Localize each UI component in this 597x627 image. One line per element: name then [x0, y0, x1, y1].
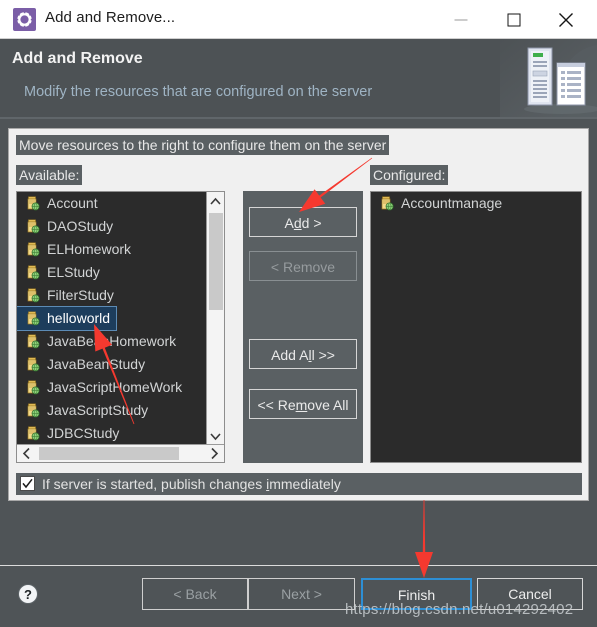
- list-item-label: DAOStudy: [47, 218, 114, 234]
- window-title: Add and Remove...: [45, 9, 176, 26]
- list-item-label: ELHomework: [47, 241, 132, 257]
- remove-button-label: < Remove: [270, 259, 336, 275]
- back-button[interactable]: < Back: [142, 578, 248, 610]
- maximize-button[interactable]: [491, 0, 537, 39]
- jar-resource-icon: [27, 242, 40, 257]
- remove-all-button-label: << Remove All: [257, 397, 349, 413]
- remove-button[interactable]: < Remove: [249, 251, 357, 281]
- jar-resource-icon: [27, 219, 40, 234]
- gear-icon: [13, 8, 36, 31]
- list-item-label: Accountmanage: [401, 195, 503, 211]
- list-item[interactable]: JavaScriptStudy: [17, 399, 224, 422]
- button-bar-divider: [0, 565, 597, 566]
- list-item[interactable]: helloworld: [17, 306, 118, 331]
- list-item[interactable]: JDBCStudy: [17, 422, 224, 445]
- watermark-text: https://blog.csdn.net/u014292402: [345, 601, 574, 618]
- jar-resource-icon: [27, 334, 40, 349]
- add-all-button[interactable]: Add All >>: [249, 339, 357, 369]
- minimize-button[interactable]: [438, 0, 484, 39]
- scroll-up-icon[interactable]: [207, 192, 224, 211]
- jar-resource-icon: [27, 265, 40, 280]
- scrollbar-thumb[interactable]: [209, 213, 223, 310]
- add-button-label: Add >: [284, 215, 322, 231]
- available-list[interactable]: Account DAOStudy ELHomework ELStudy FilterSt…: [16, 191, 225, 463]
- jar-resource-icon: [27, 380, 40, 395]
- jar-resource-icon: [27, 196, 40, 211]
- scrollbar-thumb-horizontal[interactable]: [39, 447, 179, 460]
- configured-label: Configured:: [370, 165, 449, 185]
- available-list-items[interactable]: Account DAOStudy ELHomework ELStudy FilterSt…: [17, 192, 224, 462]
- list-item[interactable]: JavaBeanStudy: [17, 353, 224, 376]
- list-item-label: ELStudy: [47, 264, 100, 280]
- remove-all-button[interactable]: << Remove All: [249, 389, 357, 419]
- configured-list[interactable]: Accountmanage: [370, 191, 582, 463]
- scroll-left-icon[interactable]: [17, 445, 36, 462]
- publish-immediately-row[interactable]: If server is started, publish changes im…: [16, 473, 582, 495]
- gear-glyph: [16, 11, 33, 28]
- dialog-header: Add and Remove Modify the resources that…: [0, 39, 597, 118]
- list-item-label: helloworld: [47, 310, 111, 326]
- list-item[interactable]: DAOStudy: [17, 215, 224, 238]
- minimize-icon: [454, 19, 468, 20]
- title-bar: Add and Remove...: [0, 0, 597, 39]
- transfer-button-column: Add > < Remove Add All >> << Remove All: [243, 191, 363, 463]
- list-item[interactable]: Account: [17, 192, 224, 215]
- list-item[interactable]: JavaBeanHomework: [17, 330, 224, 353]
- horizontal-scrollbar[interactable]: [17, 444, 224, 462]
- jar-resource-icon: [27, 311, 40, 326]
- svg-text:?: ?: [24, 587, 32, 602]
- add-and-remove-dialog: Add and Remove... Add and Remove Modify …: [0, 0, 597, 627]
- vertical-scrollbar[interactable]: [206, 192, 224, 446]
- configured-list-items[interactable]: Accountmanage: [371, 192, 581, 462]
- resources-group-panel: Move resources to the right to configure…: [8, 128, 589, 501]
- list-item[interactable]: Accountmanage: [371, 192, 581, 215]
- close-button[interactable]: [543, 0, 589, 39]
- list-item[interactable]: FilterStudy: [17, 284, 224, 307]
- server-and-document-icon: [500, 39, 597, 118]
- list-item[interactable]: ELHomework: [17, 238, 224, 261]
- available-label: Available:: [16, 165, 83, 185]
- list-item-label: JavaBeanHomework: [47, 333, 177, 349]
- jar-resource-icon: [27, 403, 40, 418]
- list-item-label: JavaScriptHomeWork: [47, 379, 183, 395]
- list-item-label: JavaBeanStudy: [47, 356, 146, 372]
- jar-resource-icon: [27, 357, 40, 372]
- header-divider: [0, 117, 597, 119]
- add-button[interactable]: Add >: [249, 207, 357, 237]
- list-item[interactable]: ELStudy: [17, 261, 224, 284]
- jar-resource-icon: [27, 288, 40, 303]
- list-item[interactable]: JavaScriptHomeWork: [17, 376, 224, 399]
- scroll-right-icon[interactable]: [205, 445, 224, 462]
- checkmark-icon: [22, 478, 33, 489]
- maximize-icon: [507, 13, 521, 26]
- jar-resource-icon: [381, 196, 394, 211]
- header-subtitle: Modify the resources that are configured…: [24, 84, 373, 100]
- list-item-label: Account: [47, 195, 98, 211]
- group-note: Move resources to the right to configure…: [16, 135, 390, 155]
- add-all-button-label: Add All >>: [271, 347, 335, 363]
- list-item-label: JDBCStudy: [47, 425, 120, 441]
- jar-resource-icon: [27, 426, 40, 441]
- next-button[interactable]: Next >: [248, 578, 355, 610]
- publish-immediately-checkbox[interactable]: [20, 476, 35, 491]
- list-item-label: JavaScriptStudy: [47, 402, 149, 418]
- header-title: Add and Remove: [12, 50, 143, 67]
- help-icon[interactable]: ?: [17, 583, 39, 605]
- close-icon: [559, 12, 573, 27]
- list-item-label: FilterStudy: [47, 287, 114, 303]
- publish-immediately-label: If server is started, publish changes im…: [42, 476, 341, 492]
